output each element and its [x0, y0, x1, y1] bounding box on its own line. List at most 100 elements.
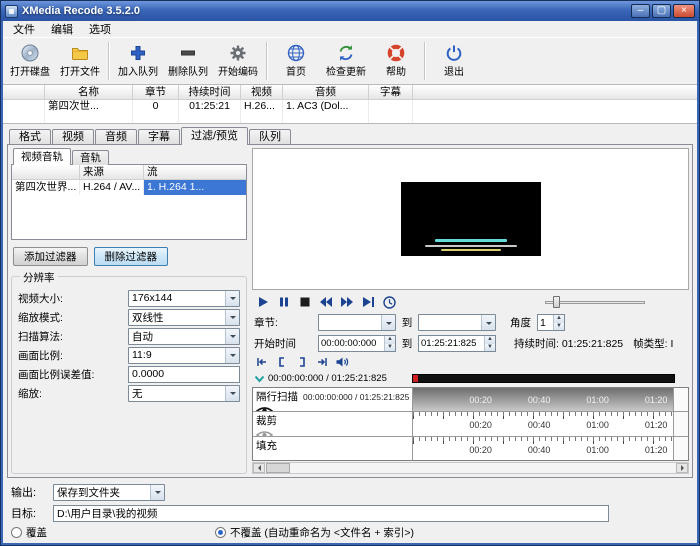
- overwrite-radio[interactable]: 覆盖: [11, 525, 47, 540]
- pause-button[interactable]: [275, 295, 293, 310]
- track-padding[interactable]: 填充 00:20 00:40 01:00 01:20: [253, 437, 688, 460]
- column-chapter[interactable]: 章节: [133, 85, 179, 99]
- tab-video[interactable]: 视频: [52, 129, 94, 145]
- chevron-down-icon[interactable]: [481, 315, 495, 330]
- chevron-down-icon[interactable]: [225, 329, 239, 344]
- start-encoding-button[interactable]: 开始编码: [213, 40, 263, 83]
- chapter-from-select[interactable]: [318, 314, 396, 331]
- chevron-down-icon[interactable]: [381, 315, 395, 330]
- start-time-input[interactable]: 00:00:00:000 ▲▼: [318, 335, 396, 352]
- spinner-arrows[interactable]: ▲▼: [384, 336, 395, 351]
- menu-edit[interactable]: 编辑: [43, 20, 81, 38]
- chapter-to-select[interactable]: [418, 314, 496, 331]
- tab-audio[interactable]: 音频: [95, 129, 137, 145]
- scroll-left-arrow[interactable]: [253, 463, 265, 473]
- spinner-arrows[interactable]: ▲▼: [484, 336, 495, 351]
- track-timeline-ruler[interactable]: 00:20 00:40 01:00 01:20: [413, 437, 674, 460]
- angle-spinner[interactable]: 1 ▲▼: [537, 314, 565, 331]
- subtab-audio-track[interactable]: 音轨: [72, 150, 109, 165]
- goto-start-button[interactable]: [254, 355, 270, 369]
- chevron-down-icon[interactable]: [225, 291, 239, 306]
- aspect-ratio-select[interactable]: 11:9: [128, 347, 240, 364]
- slider-thumb[interactable]: [553, 296, 560, 308]
- column-subtitle[interactable]: 字幕: [369, 85, 413, 99]
- stream-row[interactable]: 第四次世界... H.264 / AV... 1. H.264 1...: [12, 180, 246, 195]
- end-time-input[interactable]: 01:25:21:825 ▲▼: [418, 335, 496, 352]
- tab-queue[interactable]: 队列: [249, 129, 291, 145]
- output-mode-select[interactable]: 保存到文件夹: [53, 484, 165, 501]
- menu-options[interactable]: 选项: [81, 20, 119, 38]
- goto-time-button[interactable]: [380, 295, 398, 310]
- menu-file[interactable]: 文件: [5, 20, 43, 38]
- scrollbar-track[interactable]: [290, 463, 671, 473]
- target-path-input[interactable]: [53, 505, 609, 522]
- fast-forward-button[interactable]: [338, 295, 356, 310]
- open-disc-button[interactable]: 打开碟盘: [5, 40, 55, 83]
- spin-down-icon[interactable]: ▼: [385, 344, 395, 352]
- mark-in-button[interactable]: [274, 355, 290, 369]
- check-update-button[interactable]: 检查更新: [321, 40, 371, 83]
- spinner-arrows[interactable]: ▲▼: [553, 315, 564, 330]
- no-overwrite-radio[interactable]: 不覆盖 (自动重命名为 <文件名 + 索引>): [215, 525, 414, 540]
- maximize-button[interactable]: ▢: [652, 4, 671, 18]
- column-name[interactable]: 名称: [45, 85, 133, 99]
- play-button[interactable]: [254, 295, 272, 310]
- spin-up-icon[interactable]: ▲: [385, 336, 395, 344]
- homepage-button[interactable]: 首页: [271, 40, 321, 83]
- step-forward-button[interactable]: [359, 295, 377, 310]
- track-crop[interactable]: 裁剪 00:20 00:40 01:00 01:20: [253, 412, 688, 436]
- spin-up-icon[interactable]: ▲: [554, 315, 564, 323]
- goto-end-button[interactable]: [314, 355, 330, 369]
- column-audio[interactable]: 音频: [283, 85, 369, 99]
- spin-up-icon[interactable]: ▲: [485, 336, 495, 344]
- scan-method-select[interactable]: 自动: [128, 328, 240, 345]
- rewind-button[interactable]: [317, 295, 335, 310]
- help-button[interactable]: 帮助: [371, 40, 421, 83]
- timeline-progress-bar[interactable]: [412, 374, 675, 383]
- chevron-down-icon[interactable]: [225, 348, 239, 363]
- exit-button[interactable]: 退出: [429, 40, 479, 83]
- title-bar[interactable]: XMedia Recode 3.5.2.0 – ▢ ×: [1, 1, 699, 21]
- output-section: 输出: 保存到文件夹 目标: 覆盖 不覆盖 (自动重命名为 <文件名 + 索引>…: [3, 478, 697, 543]
- video-size-select[interactable]: 176x144: [128, 290, 240, 307]
- chevron-down-icon[interactable]: [225, 310, 239, 325]
- zoom-select[interactable]: 无: [128, 385, 240, 402]
- scale-mode-select[interactable]: 双线性: [128, 309, 240, 326]
- chevron-down-icon[interactable]: [225, 386, 239, 401]
- scrollbar-thumb[interactable]: [266, 463, 290, 473]
- tab-format[interactable]: 格式: [9, 129, 51, 145]
- column-duration[interactable]: 持续时间: [179, 85, 241, 99]
- track-timeline-band[interactable]: 00:20 00:40 01:00 01:20: [413, 388, 674, 411]
- column-video[interactable]: 视频: [241, 85, 283, 99]
- scroll-right-arrow[interactable]: [676, 463, 688, 473]
- volume-slider[interactable]: [545, 295, 645, 309]
- aspect-error-input[interactable]: [128, 366, 240, 383]
- add-to-queue-button[interactable]: 加入队列: [113, 40, 163, 83]
- open-file-button[interactable]: 打开文件: [55, 40, 105, 83]
- chevron-down-icon[interactable]: [150, 485, 164, 500]
- track-visibility-toggle[interactable]: [256, 429, 409, 435]
- stop-icon: [299, 296, 311, 308]
- track-visibility-toggle[interactable]: [256, 405, 409, 411]
- stream-column-stream[interactable]: 流: [144, 165, 246, 179]
- spin-down-icon[interactable]: ▼: [554, 323, 564, 331]
- audio-mute-button[interactable]: [334, 355, 350, 369]
- mark-out-button[interactable]: [294, 355, 310, 369]
- track-deinterlace[interactable]: 隔行扫描 00:00:00:000 / 01:25:21:825 00:20 0…: [253, 388, 688, 412]
- remove-filter-button[interactable]: 删除过滤器: [94, 247, 169, 266]
- chapter-label: 章节:: [254, 315, 318, 330]
- file-row[interactable]: 第四次世... 0 01:25:21 H.26... 1. AC3 (Dol..…: [3, 100, 697, 113]
- remove-from-queue-button[interactable]: 删除队列: [163, 40, 213, 83]
- timeline-horizontal-scrollbar[interactable]: [252, 462, 689, 474]
- track-timeline-ruler[interactable]: 00:20 00:40 01:00 01:20: [413, 412, 674, 435]
- minimize-button[interactable]: –: [631, 4, 650, 18]
- spin-down-icon[interactable]: ▼: [485, 344, 495, 352]
- stop-button[interactable]: [296, 295, 314, 310]
- tab-subtitle[interactable]: 字幕: [138, 129, 180, 145]
- video-frame[interactable]: [401, 182, 541, 256]
- stream-column-source[interactable]: 来源: [80, 165, 144, 179]
- close-button[interactable]: ×: [673, 4, 695, 18]
- subtab-video-track[interactable]: 视频音轨: [13, 148, 71, 165]
- add-filter-button[interactable]: 添加过滤器: [13, 247, 88, 266]
- tab-filter-preview[interactable]: 过滤/预览: [181, 127, 248, 145]
